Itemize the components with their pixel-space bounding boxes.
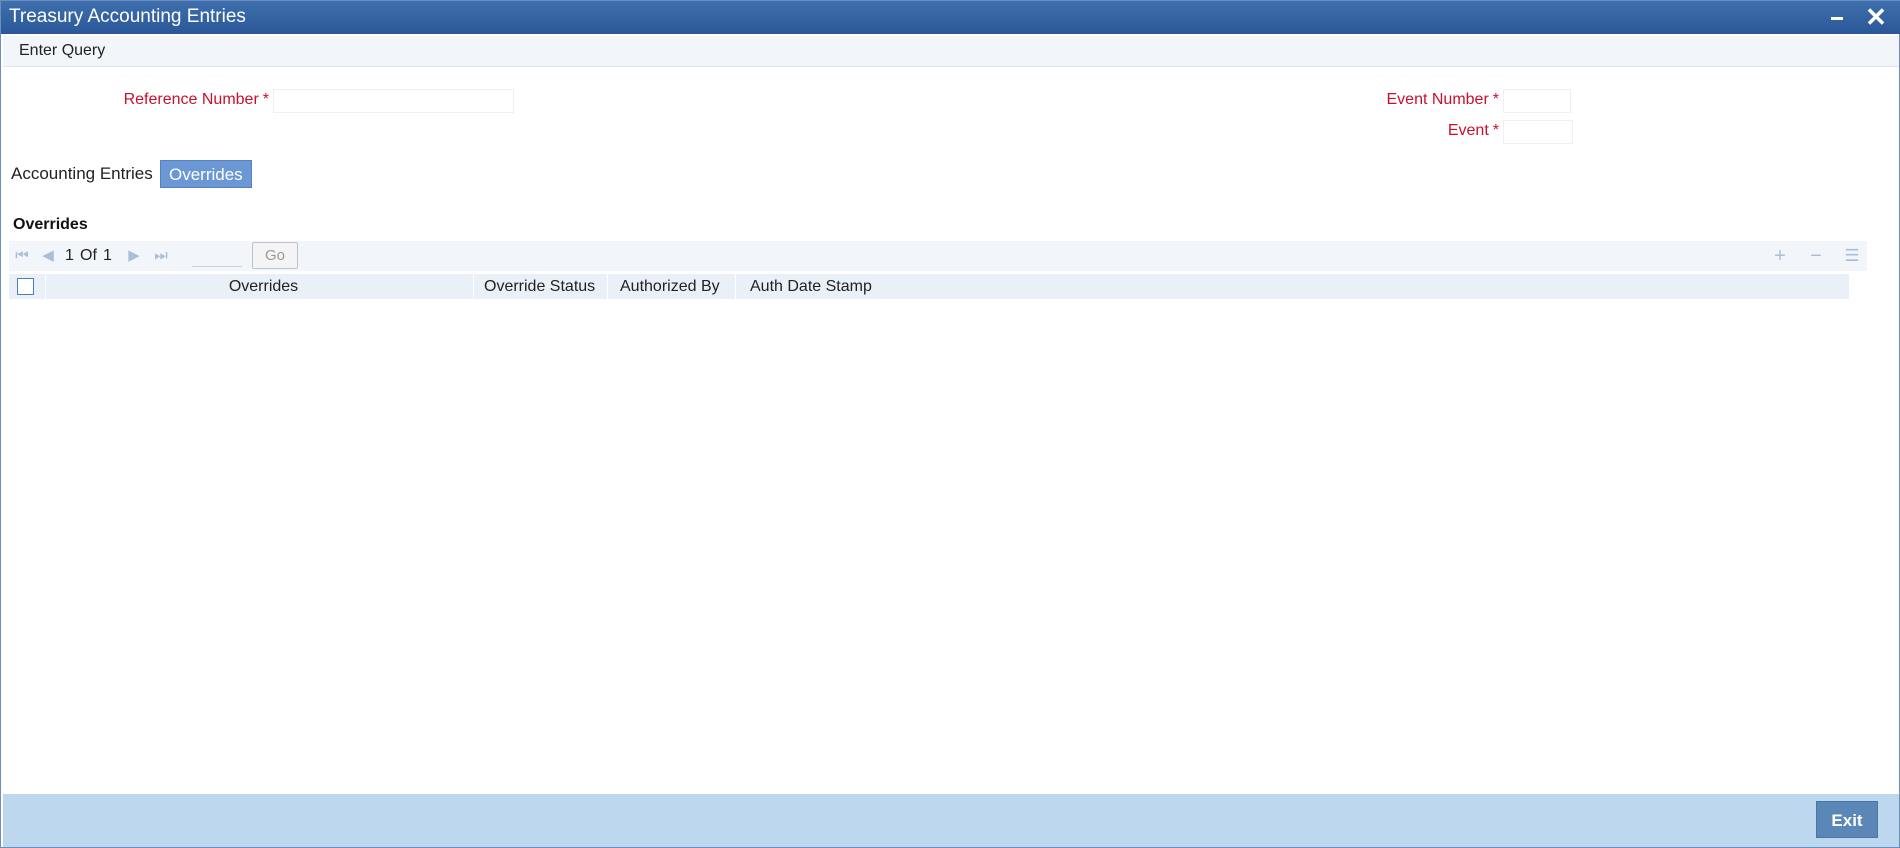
first-page-icon[interactable]: ⏮ [13, 247, 31, 265]
column-header-override-status[interactable]: Override Status [473, 274, 613, 299]
event-input[interactable] [1503, 120, 1573, 144]
event-label-text: Event [1447, 122, 1489, 139]
column-header-overrides[interactable]: Overrides [45, 274, 481, 299]
tab-overrides[interactable]: Overrides [160, 160, 252, 188]
reference-number-label: Reference Number * [101, 91, 269, 109]
page-number-input[interactable] [192, 245, 242, 267]
tab-accounting-entries[interactable]: Accounting Entries [3, 160, 161, 188]
required-marker: * [262, 91, 269, 108]
title-bar: Treasury Accounting Entries ✕ [1, 1, 1900, 34]
footer-bar: Exit [3, 794, 1899, 847]
column-header-authorized-by[interactable]: Authorized By [607, 274, 737, 299]
required-marker: * [1492, 91, 1499, 108]
overrides-grid-toolbar: ⏮ ◀ 1 Of 1 ▶ ⏭ Go + − ☰ [9, 241, 1867, 271]
select-all-checkbox[interactable] [17, 278, 34, 295]
of-label: Of [80, 247, 97, 264]
exit-button[interactable]: Exit [1816, 801, 1878, 838]
column-header-auth-date-stamp[interactable]: Auth Date Stamp [735, 274, 890, 299]
next-page-icon[interactable]: ▶ [125, 247, 143, 265]
prev-page-icon[interactable]: ◀ [39, 247, 57, 265]
window-title: Treasury Accounting Entries [9, 6, 246, 27]
overrides-section-title: Overrides [13, 216, 88, 233]
minus-icon[interactable]: − [1805, 245, 1827, 267]
close-icon[interactable]: ✕ [1863, 4, 1889, 30]
current-page: 1 [65, 247, 74, 264]
required-marker: * [1492, 122, 1499, 139]
reference-number-input[interactable] [273, 89, 514, 113]
list-view-icon[interactable]: ☰ [1841, 245, 1863, 267]
event-number-label: Event Number * [1301, 91, 1500, 109]
go-button[interactable]: Go [252, 242, 298, 269]
total-pages: 1 [103, 247, 112, 264]
event-number-label-text: Event Number [1386, 91, 1489, 108]
reference-number-label-text: Reference Number [123, 91, 259, 108]
minimize-icon[interactable] [1825, 4, 1851, 30]
last-page-icon[interactable]: ⏭ [152, 247, 170, 265]
overrides-grid-header: Overrides Override Status Authorized By … [9, 274, 1849, 299]
plus-icon[interactable]: + [1769, 245, 1791, 267]
treasury-accounting-entries-window: Treasury Accounting Entries ✕ Enter Quer… [0, 0, 1900, 848]
menu-bar: Enter Query [3, 36, 1899, 67]
enter-query-menu-item[interactable]: Enter Query [19, 42, 105, 60]
event-label: Event * [1301, 122, 1499, 140]
event-number-input[interactable] [1503, 89, 1571, 113]
